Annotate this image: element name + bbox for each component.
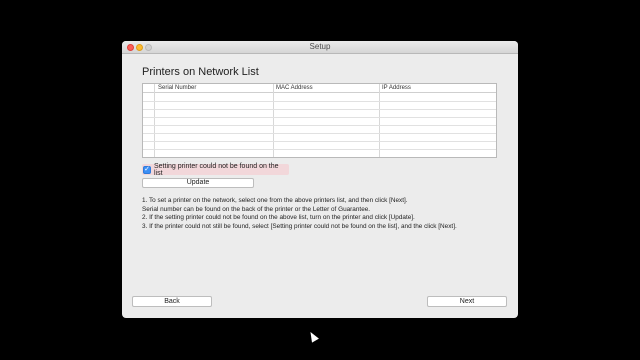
column-divider <box>379 84 380 157</box>
back-button[interactable]: Back <box>132 296 212 307</box>
column-divider <box>154 84 155 157</box>
page-title: Printers on Network List <box>142 66 259 78</box>
instruction-line: Serial number can be found on the back o… <box>142 205 371 213</box>
printer-list-table[interactable]: Serial Number MAC Address IP Address <box>142 83 497 158</box>
column-header-serial[interactable]: Serial Number <box>158 85 196 91</box>
column-header-ip[interactable]: IP Address <box>382 85 411 91</box>
table-row[interactable] <box>143 133 496 134</box>
printer-not-found-checkbox[interactable]: ✓ <box>143 165 151 174</box>
setup-window: Setup Printers on Network List Serial Nu… <box>122 41 518 318</box>
instructions: 1. To set a printer on the network, sele… <box>142 197 512 231</box>
table-row[interactable] <box>143 125 496 126</box>
table-row[interactable] <box>143 141 496 142</box>
printer-not-found-label: Setting printer could not be found on th… <box>154 162 279 177</box>
column-divider <box>273 84 274 157</box>
table-header: Serial Number MAC Address IP Address <box>143 84 496 93</box>
instruction-line: 1. To set a printer on the network, sele… <box>142 197 408 204</box>
table-row[interactable] <box>143 109 496 110</box>
table-row[interactable] <box>143 117 496 118</box>
next-button[interactable]: Next <box>427 296 507 307</box>
table-row[interactable] <box>143 101 496 102</box>
instruction-line: 3. If the printer could not still be fou… <box>142 222 457 230</box>
table-row[interactable] <box>143 149 496 150</box>
window-title: Setup <box>309 42 331 51</box>
printer-not-found-option[interactable]: ✓ Setting printer could not be found on … <box>142 162 289 177</box>
column-header-mac[interactable]: MAC Address <box>276 85 313 91</box>
mouse-cursor-icon <box>307 330 319 343</box>
title-bar[interactable]: Setup <box>122 41 518 54</box>
update-button[interactable]: Update <box>142 178 254 188</box>
instruction-line: 2. If the setting printer could not be f… <box>142 214 415 221</box>
